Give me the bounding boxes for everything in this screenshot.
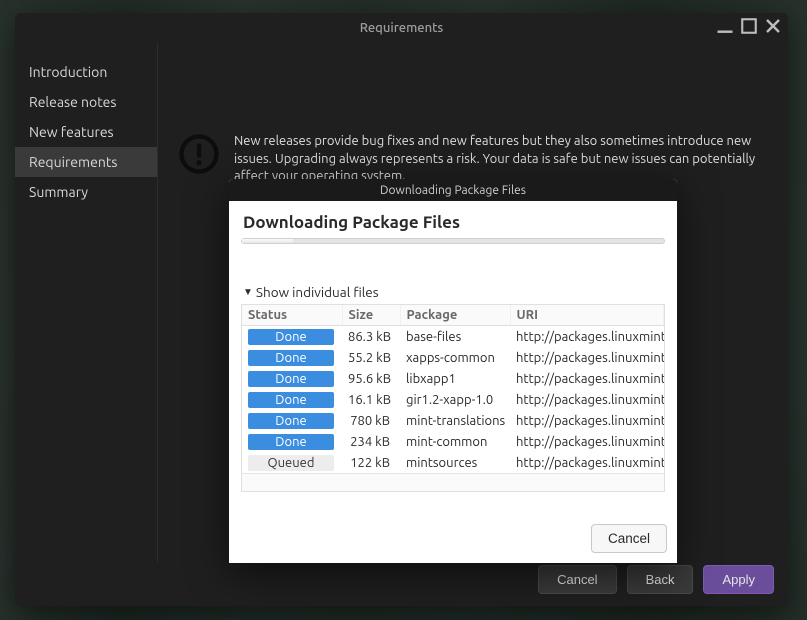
cell-package: mintsources: [400, 452, 510, 473]
dialog-titlebar-text: Downloading Package Files: [380, 184, 526, 197]
sidebar-item-label: New features: [29, 124, 114, 140]
cell-package: mint-common: [400, 431, 510, 452]
progress-bar: [241, 238, 665, 244]
cell-package: libxapp1: [400, 368, 510, 389]
footer: Cancel Back Apply: [15, 562, 788, 606]
status-badge: Done: [248, 371, 334, 387]
status-badge: Queued: [248, 455, 334, 471]
cell-package: mint-translations: [400, 410, 510, 431]
progress-fill: [242, 239, 293, 243]
chevron-down-icon: ▼: [243, 286, 253, 298]
cell-uri: http://packages.linuxmint: [510, 368, 664, 389]
table-row[interactable]: Done 55.2 kBxapps-commonhttp://packages.l…: [242, 347, 664, 368]
expander-toggle[interactable]: ▼ Show individual files: [239, 282, 667, 302]
table-header-row: Status Size Package URI: [242, 305, 664, 326]
cell-size: 122 kB: [342, 452, 400, 473]
files-table: Status Size Package URI Done 86.3 kBbase-…: [241, 304, 665, 492]
maximize-icon[interactable]: [740, 17, 758, 35]
status-badge: Done: [248, 350, 334, 366]
sidebar: Introduction Release notes New features Req…: [15, 43, 158, 562]
cell-size: 95.6 kB: [342, 368, 400, 389]
warning-icon: [178, 133, 220, 175]
sidebar-item-label: Summary: [29, 184, 88, 200]
sidebar-item-new-features[interactable]: New features: [15, 117, 157, 147]
cell-size: 86.3 kB: [342, 326, 400, 348]
cell-uri: http://packages.linuxmint: [510, 452, 664, 473]
window-title: Requirements: [15, 21, 788, 35]
warning-text: New releases provide bug fixes and new f…: [234, 133, 768, 186]
cell-size: 55.2 kB: [342, 347, 400, 368]
status-badge: Done: [248, 413, 334, 429]
sidebar-item-release-notes[interactable]: Release notes: [15, 87, 157, 117]
cell-package: gir1.2-xapp-1.0: [400, 389, 510, 410]
table-scrollbar-track[interactable]: [242, 473, 664, 491]
col-uri[interactable]: URI: [510, 305, 664, 326]
cell-uri: http://packages.linuxmint: [510, 347, 664, 368]
status-badge: Done: [248, 392, 334, 408]
sidebar-item-label: Release notes: [29, 94, 117, 110]
download-dialog: Downloading Package Files Downloading Pa…: [229, 179, 677, 563]
status-badge: Done: [248, 329, 334, 345]
dialog-heading: Downloading Package Files: [239, 211, 667, 238]
table-row[interactable]: Done 234 kBmint-commonhttp://packages.lin…: [242, 431, 664, 452]
sidebar-item-summary[interactable]: Summary: [15, 177, 157, 207]
window-controls: [716, 17, 782, 35]
sidebar-item-label: Introduction: [29, 64, 107, 80]
status-badge: Done: [248, 434, 334, 450]
dialog-cancel-button[interactable]: Cancel: [591, 524, 667, 553]
cell-uri: http://packages.linuxmint: [510, 431, 664, 452]
cell-package: xapps-common: [400, 347, 510, 368]
table-row[interactable]: Done 86.3 kBbase-fileshttp://packages.lin…: [242, 326, 664, 348]
sidebar-item-introduction[interactable]: Introduction: [15, 57, 157, 87]
sidebar-item-label: Requirements: [29, 154, 117, 170]
expander-label: Show individual files: [256, 284, 379, 300]
cell-size: 16.1 kB: [342, 389, 400, 410]
titlebar: Requirements: [15, 13, 788, 43]
cell-size: 234 kB: [342, 431, 400, 452]
back-button[interactable]: Back: [627, 565, 694, 594]
cancel-button[interactable]: Cancel: [538, 565, 616, 594]
dialog-titlebar: Downloading Package Files: [229, 179, 677, 201]
table-row[interactable]: Done 780 kBmint-translationshttp://packag…: [242, 410, 664, 431]
cell-uri: http://packages.linuxmint: [510, 410, 664, 431]
col-status[interactable]: Status: [242, 305, 342, 326]
col-package[interactable]: Package: [400, 305, 510, 326]
table-row[interactable]: Done 95.6 kBlibxapp1http://packages.linux…: [242, 368, 664, 389]
close-icon[interactable]: [764, 17, 782, 35]
col-size[interactable]: Size: [342, 305, 400, 326]
table-row[interactable]: Done 16.1 kBgir1.2-xapp-1.0http://package…: [242, 389, 664, 410]
cell-size: 780 kB: [342, 410, 400, 431]
cell-package: base-files: [400, 326, 510, 348]
cell-uri: http://packages.linuxmint: [510, 326, 664, 348]
minimize-icon[interactable]: [716, 17, 734, 35]
sidebar-item-requirements[interactable]: Requirements: [15, 147, 157, 177]
cell-uri: http://packages.linuxmint: [510, 389, 664, 410]
apply-button[interactable]: Apply: [703, 565, 774, 594]
table-row[interactable]: Queued 122 kBmintsourceshttp://packages.l…: [242, 452, 664, 473]
